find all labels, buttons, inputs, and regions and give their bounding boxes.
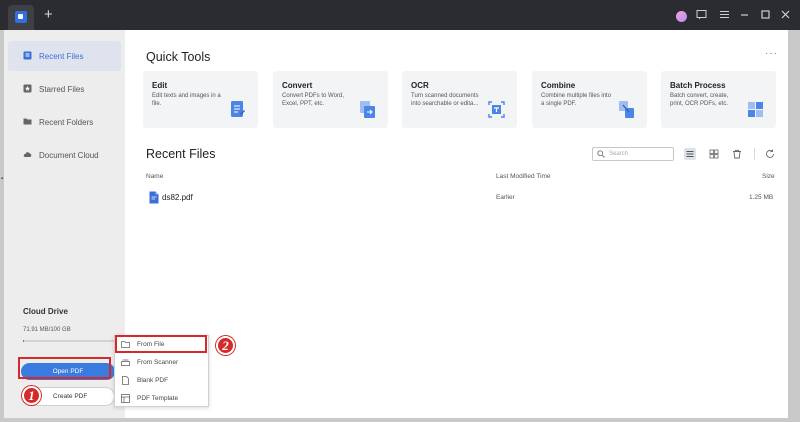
card-desc: Turn scanned documents into searchable o… (411, 93, 479, 107)
sidebar-item-document-cloud[interactable]: Document Cloud (8, 140, 121, 170)
menu-item-label: Blank PDF (137, 377, 169, 384)
menu-item-label: PDF Template (137, 395, 179, 402)
ocr-icon (488, 101, 505, 118)
card-desc: Convert PDFs to Word, Excel, PPT, etc. (282, 93, 344, 107)
card-desc: Edit texts and images in a file. (152, 93, 221, 107)
menu-item-pdf-template[interactable]: PDF Template (115, 390, 208, 407)
list-view-icon[interactable] (684, 148, 696, 160)
blank-page-icon (122, 376, 129, 385)
file-name: ds82.pdf (162, 193, 193, 202)
sidebar-item-label: Document Cloud (39, 151, 99, 160)
delete-icon[interactable] (731, 148, 743, 160)
cloud-usage-text: 71.91 MB/100 GB (23, 327, 71, 333)
close-icon[interactable] (779, 9, 791, 21)
card-title: OCR (411, 81, 429, 90)
edit-icon (231, 101, 245, 117)
star-icon (23, 84, 32, 93)
cloud-icon (23, 152, 32, 157)
tool-card-edit[interactable]: Edit Edit texts and images in a file. (143, 71, 258, 128)
more-options-icon[interactable]: ··· (765, 48, 778, 59)
cloud-usage-bar (23, 340, 115, 342)
search-input[interactable]: Search (592, 147, 674, 161)
convert-icon (360, 101, 375, 118)
sidebar-item-label: Recent Folders (39, 118, 94, 127)
combine-icon (619, 101, 634, 118)
app-tab[interactable] (8, 5, 34, 30)
tool-card-convert[interactable]: Convert Convert PDFs to Word, Excel, PPT… (273, 71, 388, 128)
refresh-icon[interactable] (764, 148, 776, 160)
search-icon (597, 150, 605, 158)
maximize-icon[interactable] (759, 9, 771, 21)
table-row[interactable]: ds82.pdf Earlier 1.25 MB (125, 186, 788, 208)
toolbar-divider (754, 148, 755, 160)
grid-view-icon[interactable] (708, 148, 720, 160)
column-header-name[interactable]: Name (146, 173, 163, 180)
message-icon[interactable] (695, 9, 707, 21)
column-header-size[interactable]: Size (762, 173, 775, 180)
sidebar-item-recent-files[interactable]: Recent Files (8, 41, 121, 71)
column-header-modified[interactable]: Last Modified Time (496, 173, 551, 180)
search-placeholder: Search (609, 151, 629, 157)
card-title: Edit (152, 81, 168, 90)
app-logo-icon (15, 11, 27, 23)
recent-files-icon (23, 51, 32, 60)
quick-tools-title: Quick Tools (146, 50, 211, 64)
create-pdf-highlight (18, 357, 111, 379)
card-desc: Combine multiple files into a single PDF… (541, 93, 612, 107)
menu-item-blank-pdf[interactable]: Blank PDF (115, 372, 208, 389)
sidebar-item-label: Starred Files (39, 85, 85, 94)
tool-card-combine[interactable]: Combine Combine multiple files into a si… (532, 71, 647, 128)
sidebar-item-recent-folders[interactable]: Recent Folders (8, 107, 121, 137)
menu-item-from-scanner[interactable]: From Scanner (115, 354, 208, 371)
menu-item-label: From Scanner (137, 359, 179, 366)
tool-card-ocr[interactable]: OCR Turn scanned documents into searchab… (402, 71, 517, 128)
sidebar-item-label: Recent Files (39, 52, 84, 61)
recent-files-title: Recent Files (146, 147, 216, 161)
create-pdf-label: Create PDF (53, 393, 88, 400)
scanner-icon (121, 359, 130, 366)
avatar[interactable] (676, 11, 687, 22)
sidebar-item-starred-files[interactable]: Starred Files (8, 74, 121, 104)
batch-icon (748, 102, 763, 117)
card-desc: Batch convert, create, print, OCR PDFs, … (670, 93, 729, 107)
folder-icon (23, 118, 32, 125)
cloud-drive-title: Cloud Drive (23, 307, 68, 316)
tool-card-batch-process[interactable]: Batch Process Batch convert, create, pri… (661, 71, 776, 128)
step-callout-1: 1 (22, 386, 41, 405)
menu-icon[interactable] (718, 9, 730, 21)
minimize-icon[interactable] (738, 9, 750, 21)
file-size: 1.25 MB (749, 194, 774, 201)
new-tab-button[interactable]: + (44, 7, 53, 22)
card-title: Combine (541, 81, 576, 90)
title-bar: + (0, 0, 800, 30)
card-title: Batch Process (670, 81, 726, 90)
step-callout-2: 2 (216, 336, 235, 355)
pdf-file-icon (149, 191, 159, 204)
cloud-usage-fill (23, 340, 25, 342)
edge-mark: ▪ (1, 176, 4, 182)
from-file-highlight (115, 335, 207, 353)
card-title: Convert (282, 81, 313, 90)
file-modified: Earlier (496, 194, 515, 201)
template-icon (121, 394, 130, 403)
main-panel: Quick Tools ··· Edit Edit texts and imag… (125, 30, 788, 418)
